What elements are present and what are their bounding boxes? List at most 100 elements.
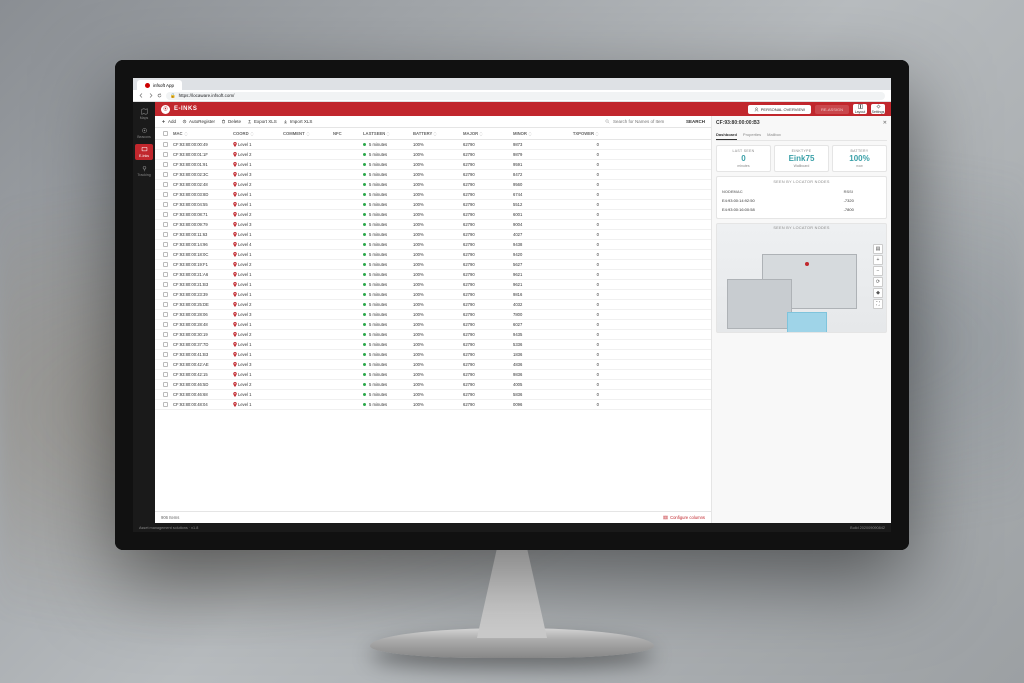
rail-item-tracking[interactable]: Tracking xyxy=(135,163,153,179)
delete-button[interactable]: Delete xyxy=(221,119,241,124)
table-row[interactable]: CF:93:80:00:21:A6Level 15 minutes100%627… xyxy=(155,270,711,280)
col-major[interactable]: MAJOR xyxy=(461,131,511,136)
row-checkbox[interactable] xyxy=(163,362,168,367)
settings-button[interactable]: Settings xyxy=(871,104,885,114)
col-mac[interactable]: MAC xyxy=(171,131,231,136)
configure-columns-button[interactable]: Configure columns xyxy=(663,515,705,520)
row-checkbox[interactable] xyxy=(163,242,168,247)
table-row[interactable]: CF:93:80:00:04:55Level 15 minutes100%627… xyxy=(155,200,711,210)
select-all-checkbox[interactable] xyxy=(163,131,168,136)
rail-item-einks[interactable]: E-Inks xyxy=(135,144,153,160)
add-button[interactable]: Add xyxy=(161,119,176,124)
row-checkbox[interactable] xyxy=(163,232,168,237)
rail-item-beacons[interactable]: Beacons xyxy=(135,125,153,141)
map-zoom-in-button[interactable]: + xyxy=(873,255,883,265)
table-row[interactable]: CF:93:80:00:46:5DLevel 25 minutes100%627… xyxy=(155,380,711,390)
table-row[interactable]: CF:93:80:00:09:79Level 35 minutes100%627… xyxy=(155,220,711,230)
row-checkbox[interactable] xyxy=(163,152,168,157)
row-checkbox[interactable] xyxy=(163,162,168,167)
table-row[interactable]: CF:93:80:00:41:B3Level 15 minutes100%627… xyxy=(155,350,711,360)
map-rotate-button[interactable]: ⟳ xyxy=(873,277,883,287)
export-button[interactable]: Export XLS xyxy=(247,119,277,124)
tab-properties[interactable]: Properties xyxy=(743,130,761,140)
row-checkbox[interactable] xyxy=(163,332,168,337)
search-button[interactable]: SEARCH xyxy=(686,119,705,124)
org-button[interactable]: PERSONAL OVERVIEW xyxy=(748,105,811,114)
row-checkbox[interactable] xyxy=(163,282,168,287)
pin-icon xyxy=(233,162,237,167)
row-checkbox[interactable] xyxy=(163,272,168,277)
col-minor[interactable]: MINOR xyxy=(511,131,561,136)
col-coord[interactable]: COORD xyxy=(231,131,281,136)
map-tilt-button[interactable]: ◆ xyxy=(873,288,883,298)
row-checkbox[interactable] xyxy=(163,252,168,257)
table-row[interactable]: CF:93:80:00:02:3CLevel 35 minutes100%627… xyxy=(155,170,711,180)
layout-button[interactable]: Layout xyxy=(853,104,867,114)
map-zoom-out-button[interactable]: − xyxy=(873,266,883,276)
table-row[interactable]: CF:93:80:00:01:91Level 15 minutes100%627… xyxy=(155,160,711,170)
table-row[interactable]: CF:93:80:00:42:15Level 15 minutes100%627… xyxy=(155,370,711,380)
table-row[interactable]: CF:93:80:00:23:39Level 15 minutes100%627… xyxy=(155,290,711,300)
row-checkbox[interactable] xyxy=(163,402,168,407)
status-dot-icon xyxy=(363,403,366,406)
search-input[interactable] xyxy=(613,119,683,124)
row-checkbox[interactable] xyxy=(163,142,168,147)
table-row[interactable]: CF:93:80:00:00:49Level 15 minutes100%627… xyxy=(155,140,711,150)
row-checkbox[interactable] xyxy=(163,292,168,297)
table-row[interactable]: CF:93:80:00:11:63Level 15 minutes100%627… xyxy=(155,230,711,240)
autoregister-button[interactable]: AutoRegister xyxy=(182,119,215,124)
row-checkbox[interactable] xyxy=(163,222,168,227)
col-lastseen[interactable]: LASTSEEN xyxy=(361,131,411,136)
table-row[interactable]: CF:93:80:00:01:1FLevel 25 minutes100%627… xyxy=(155,150,711,160)
map-view[interactable]: SEEN BY LOCATOR NODES ▤ + − xyxy=(716,223,887,333)
tab-dashboard[interactable]: Dashboard xyxy=(716,130,737,140)
reassign-button[interactable]: RE-ASSIGN xyxy=(815,105,849,114)
tab-mailbox[interactable]: Mailbox xyxy=(767,130,781,140)
row-checkbox[interactable] xyxy=(163,312,168,317)
url-field[interactable]: 🔒 https://locaware.infsoft.com/ xyxy=(166,92,885,100)
table-row[interactable]: CF:93:80:00:21:B3Level 15 minutes100%627… xyxy=(155,280,711,290)
row-checkbox[interactable] xyxy=(163,262,168,267)
table-row[interactable]: CF:93:80:00:03:8DLevel 15 minutes100%627… xyxy=(155,190,711,200)
row-checkbox[interactable] xyxy=(163,342,168,347)
row-checkbox[interactable] xyxy=(163,322,168,327)
row-checkbox[interactable] xyxy=(163,182,168,187)
table-row[interactable]: CF:93:80:00:48:04Level 15 minutes100%627… xyxy=(155,400,711,410)
table-row[interactable]: CF:93:80:00:18:0CLevel 15 minutes100%627… xyxy=(155,250,711,260)
table-row[interactable]: CF:93:80:00:14:96Level 45 minutes100%627… xyxy=(155,240,711,250)
import-button[interactable]: Import XLS xyxy=(283,119,313,124)
row-checkbox[interactable] xyxy=(163,302,168,307)
table-row[interactable]: CF:93:80:00:02:48Level 25 minutes100%627… xyxy=(155,180,711,190)
table-row[interactable]: CF:93:80:00:28:48Level 15 minutes100%627… xyxy=(155,320,711,330)
table-row[interactable]: CF:93:80:00:30:19Level 25 minutes100%627… xyxy=(155,330,711,340)
col-txpower[interactable]: TXPOWER xyxy=(561,131,601,136)
table-row[interactable]: CF:93:80:00:25:DELevel 25 minutes100%627… xyxy=(155,300,711,310)
table-row[interactable]: CF:93:80:00:28:06Level 35 minutes100%627… xyxy=(155,310,711,320)
cell-lastseen: 5 minutes xyxy=(361,302,411,307)
col-comment[interactable]: COMMENT xyxy=(281,131,331,136)
row-checkbox[interactable] xyxy=(163,382,168,387)
row-checkbox[interactable] xyxy=(163,392,168,397)
pin-icon xyxy=(233,342,237,347)
map-fullscreen-button[interactable]: ⛶ xyxy=(873,299,883,309)
forward-icon[interactable] xyxy=(148,93,153,98)
table-row[interactable]: CF:93:80:00:19:F1Level 25 minutes100%627… xyxy=(155,260,711,270)
col-battery[interactable]: BATTERY xyxy=(411,131,461,136)
table-row[interactable]: CF:93:80:00:46:68Level 15 minutes100%627… xyxy=(155,390,711,400)
col-nfc[interactable]: NFC xyxy=(331,131,361,136)
map-layers-button[interactable]: ▤ xyxy=(873,244,883,254)
row-checkbox[interactable] xyxy=(163,352,168,357)
close-icon[interactable]: ✕ xyxy=(883,120,887,126)
row-checkbox[interactable] xyxy=(163,172,168,177)
row-checkbox[interactable] xyxy=(163,372,168,377)
table-row[interactable]: CF:93:80:00:42:AELevel 35 minutes100%627… xyxy=(155,360,711,370)
reload-icon[interactable] xyxy=(157,93,162,98)
row-checkbox[interactable] xyxy=(163,212,168,217)
row-checkbox[interactable] xyxy=(163,202,168,207)
back-icon[interactable] xyxy=(139,93,144,98)
row-checkbox[interactable] xyxy=(163,192,168,197)
table-row[interactable]: CF:93:80:00:37:7DLevel 15 minutes100%627… xyxy=(155,340,711,350)
browser-tab[interactable]: infsoft App xyxy=(137,80,182,90)
rail-item-maps[interactable]: Maps xyxy=(135,106,153,122)
table-row[interactable]: CF:93:80:00:08:71Level 25 minutes100%627… xyxy=(155,210,711,220)
